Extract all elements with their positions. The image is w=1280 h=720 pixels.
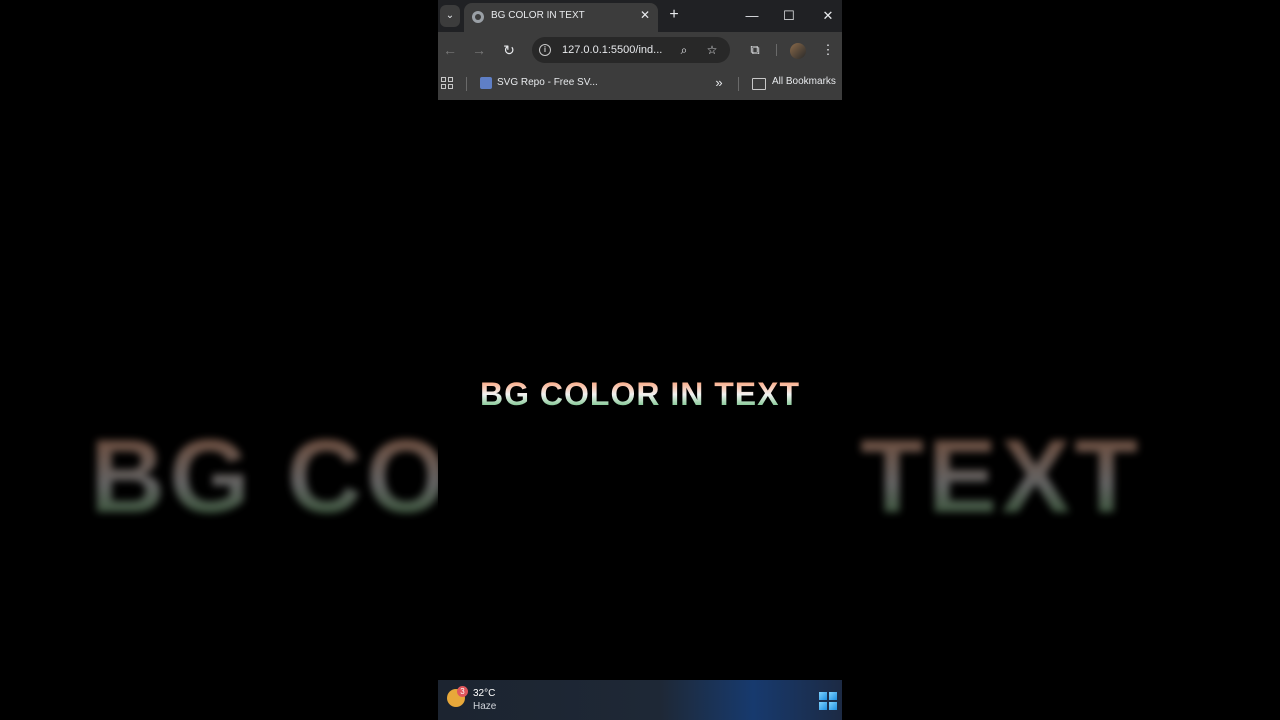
apps-grid-icon[interactable] bbox=[441, 77, 453, 89]
profile-avatar[interactable] bbox=[790, 43, 806, 59]
weather-temperature[interactable]: 32°C bbox=[473, 688, 495, 699]
maximize-button[interactable]: ☐ bbox=[777, 6, 801, 26]
active-tab[interactable]: BG COLOR IN TEXT ✕ bbox=[464, 3, 658, 32]
taskbar: 3 32°C Haze bbox=[438, 680, 842, 720]
new-tab-button[interactable]: + bbox=[666, 6, 682, 24]
address-bar-url[interactable]: 127.0.0.1:5500/ind... bbox=[562, 44, 662, 56]
page-heading: BG COLOR IN TEXT bbox=[438, 376, 842, 413]
globe-icon bbox=[472, 11, 484, 23]
bookmark-label: SVG Repo - Free SV... bbox=[497, 77, 598, 88]
all-bookmarks-button[interactable]: All Bookmarks bbox=[772, 76, 836, 87]
weather-condition[interactable]: Haze bbox=[473, 701, 496, 712]
menu-kebab-icon[interactable]: ⋮ bbox=[819, 41, 837, 59]
reload-button[interactable]: ↻ bbox=[500, 41, 518, 59]
toolbar-divider bbox=[776, 44, 777, 56]
minimize-button[interactable]: — bbox=[740, 6, 764, 26]
bookmarks-overflow-button[interactable]: » bbox=[712, 75, 726, 90]
bookmarks-bar: SVG Repo - Free SV... » All Bookmarks bbox=[438, 68, 842, 100]
zoom-icon[interactable]: ⌕ bbox=[676, 42, 692, 58]
page-content: BG COLOR IN TEXT bbox=[438, 100, 842, 680]
bookmarks-divider-2 bbox=[738, 77, 739, 91]
weather-badge: 3 bbox=[457, 686, 468, 697]
site-info-icon[interactable]: i bbox=[539, 44, 551, 56]
browser-window: ⌄ BG COLOR IN TEXT ✕ + — ☐ ✕ ← → ↻ i 127… bbox=[438, 0, 842, 720]
folder-icon[interactable] bbox=[752, 78, 766, 90]
svg-repo-icon bbox=[480, 77, 492, 89]
window-close-button[interactable]: ✕ bbox=[816, 6, 840, 26]
forward-button[interactable]: → bbox=[470, 41, 488, 59]
extensions-icon[interactable]: ⧉ bbox=[746, 41, 764, 59]
tab-strip: ⌄ BG COLOR IN TEXT ✕ + — ☐ ✕ bbox=[438, 0, 842, 32]
back-button[interactable]: ← bbox=[441, 41, 459, 59]
chevron-down-icon: ⌄ bbox=[445, 10, 455, 21]
toolbar: ← → ↻ i 127.0.0.1:5500/ind... ⌕ ☆ ⧉ ⋮ bbox=[438, 32, 842, 68]
windows-start-icon[interactable] bbox=[819, 692, 837, 710]
tab-title: BG COLOR IN TEXT bbox=[491, 10, 585, 21]
tab-close-button[interactable]: ✕ bbox=[638, 8, 652, 22]
star-icon[interactable]: ☆ bbox=[704, 42, 720, 58]
tab-search-button[interactable]: ⌄ bbox=[440, 5, 460, 27]
address-bar[interactable]: i 127.0.0.1:5500/ind... ⌕ ☆ bbox=[532, 37, 730, 63]
bookmarks-divider bbox=[466, 77, 467, 91]
